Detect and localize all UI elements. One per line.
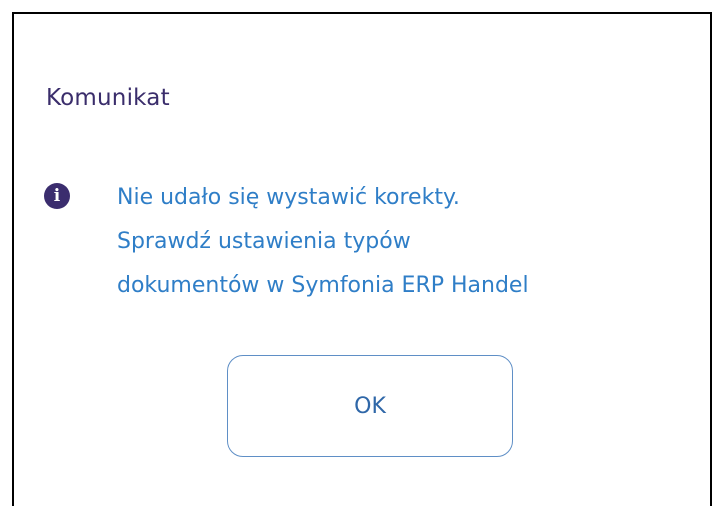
dialog-message: Nie udało się wystawić korekty. Sprawdź …: [117, 176, 657, 308]
ok-button[interactable]: OK: [227, 355, 513, 457]
message-line-2: Sprawdź ustawienia typów: [117, 229, 411, 254]
message-line-1: Nie udało się wystawić korekty.: [117, 185, 460, 210]
message-dialog: Komunikat i Nie udało się wystawić korek…: [12, 12, 712, 506]
dialog-title: Komunikat: [46, 85, 170, 111]
message-row: i Nie udało się wystawić korekty. Sprawd…: [44, 176, 657, 308]
message-line-3: dokumentów w Symfonia ERP Handel: [117, 273, 529, 298]
info-icon: i: [44, 183, 70, 209]
